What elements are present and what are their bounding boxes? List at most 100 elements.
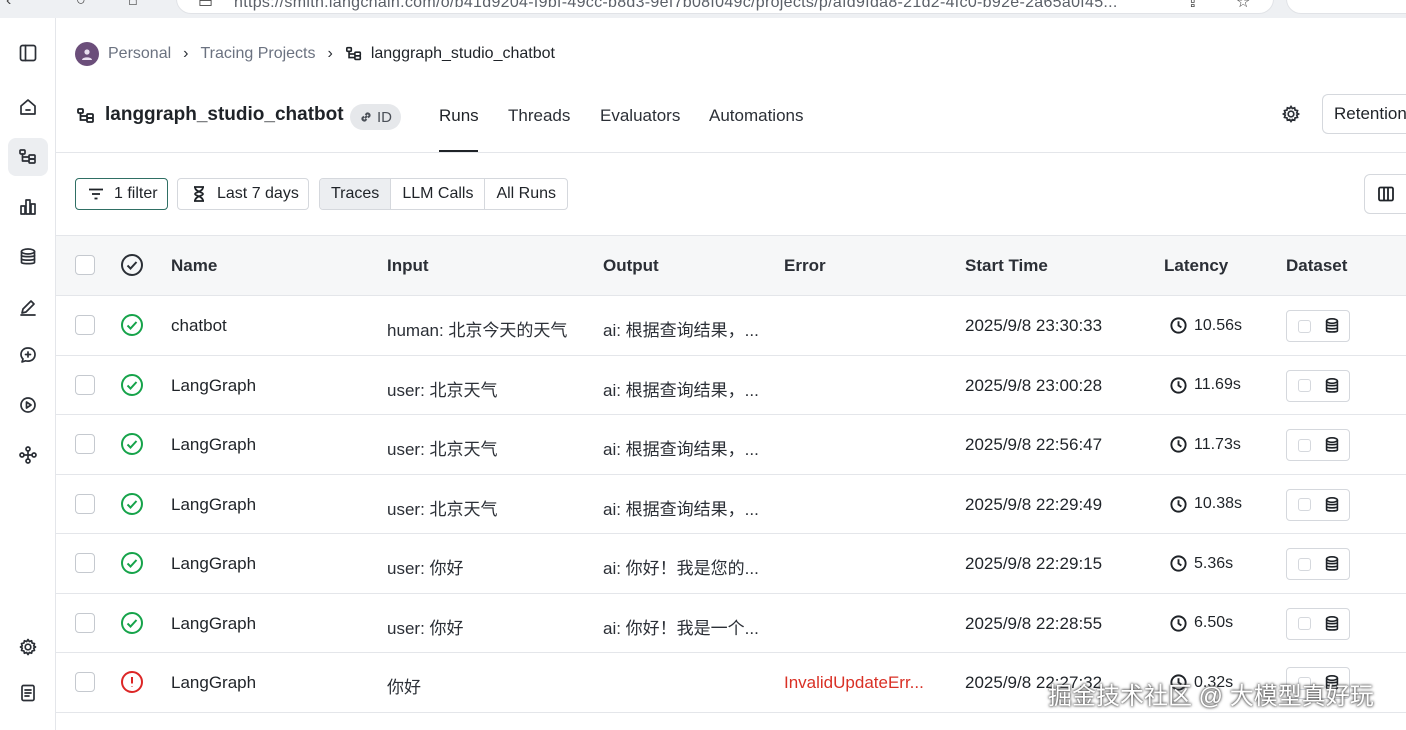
left-sidebar [0, 18, 56, 730]
cell-name[interactable]: LangGraph [171, 554, 256, 574]
cell-latency: 11.73s [1169, 435, 1241, 454]
tracing-projects-icon [19, 149, 36, 164]
dataset-checkbox[interactable] [1298, 438, 1311, 452]
cell-name[interactable]: chatbot [171, 316, 227, 336]
segment-all-runs[interactable]: All Runs [485, 179, 567, 209]
sidebar-item-tracing-projects[interactable] [8, 138, 48, 176]
success-check-icon [120, 432, 144, 456]
add-to-dataset-button[interactable] [1286, 548, 1350, 580]
row-checkbox[interactable] [75, 672, 95, 692]
project-header: langgraph_studio_chatbot ID Runs Threads… [56, 88, 1406, 153]
success-check-icon [120, 373, 144, 397]
table-row[interactable]: LangGraph user: 北京天气 ai: 根据查询结果，... 2025/9/… [56, 415, 1406, 475]
column-header-dataset[interactable]: Dataset [1286, 256, 1347, 276]
latency-value: 11.69s [1194, 376, 1241, 393]
home-icon [20, 99, 36, 115]
browser-search-box[interactable] [1286, 0, 1406, 14]
column-header-input[interactable]: Input [387, 256, 429, 276]
column-header-name[interactable]: Name [171, 256, 217, 276]
filter-label: 1 filter [114, 185, 158, 202]
sidebar-item-studio[interactable] [8, 436, 48, 474]
column-header-latency[interactable]: Latency [1164, 256, 1228, 276]
cell-output: ai: 根据查询结果，... [603, 499, 759, 519]
row-checkbox[interactable] [75, 315, 95, 335]
table-row[interactable]: chatbot human: 北京今天的天气 ai: 根据查询结果，... 2025/… [56, 296, 1406, 356]
error-alert-icon [120, 670, 144, 694]
filter-button[interactable]: 1 filter [75, 178, 168, 210]
retention-button[interactable]: Retention [1322, 94, 1406, 134]
sidebar-item-dashboards[interactable] [8, 188, 48, 226]
tab-evaluators[interactable]: Evaluators [600, 106, 680, 126]
cell-name[interactable]: LangGraph [171, 376, 256, 396]
breadcrumb-section[interactable]: Tracing Projects [200, 45, 315, 63]
home-browser-icon[interactable]: ⌂ [128, 0, 138, 10]
add-to-dataset-button[interactable] [1286, 310, 1350, 342]
sidebar-item-deployments[interactable] [8, 386, 48, 424]
success-check-icon [120, 611, 144, 635]
sidebar-item-prompts[interactable] [8, 336, 48, 374]
row-checkbox[interactable] [75, 374, 95, 395]
sidebar-item-home[interactable] [8, 88, 48, 126]
date-range-button[interactable]: Last 7 days [177, 178, 309, 210]
row-checkbox[interactable] [75, 612, 95, 633]
row-checkbox[interactable] [75, 493, 95, 514]
table-header: Name Input Output Error Start Time Laten… [56, 235, 1406, 296]
project-settings-button[interactable] [1281, 104, 1305, 128]
cell-name[interactable]: LangGraph [171, 614, 256, 634]
browser-toolbar: ‹ ○ ⌂ ▭ https://smith.langchain.com/o/b4… [0, 0, 1406, 18]
breadcrumb: Personal › Tracing Projects › langgraph_… [75, 40, 555, 68]
add-to-dataset-button[interactable] [1286, 369, 1350, 402]
table-row[interactable]: LangGraph user: 北京天气 ai: 根据查询结果，... 2025/9/… [56, 475, 1406, 534]
url-text[interactable]: https://smith.langchain.com/o/b41d9204-f… [234, 0, 1118, 12]
column-header-error[interactable]: Error [784, 256, 826, 276]
tab-threads[interactable]: Threads [508, 106, 570, 126]
table-row[interactable]: LangGraph user: 北京天气 ai: 根据查询结果，... 2025/9/… [56, 356, 1406, 415]
sidebar-toggle-button[interactable] [8, 34, 48, 72]
reload-icon[interactable]: ○ [76, 0, 86, 10]
row-checkbox[interactable] [75, 434, 95, 454]
cell-name[interactable]: LangGraph [171, 435, 256, 455]
cell-name[interactable]: LangGraph [171, 673, 256, 693]
select-all-checkbox[interactable] [75, 255, 95, 275]
user-icon [82, 49, 92, 60]
tab-runs[interactable]: Runs [439, 106, 479, 126]
bookmark-star-icon[interactable]: ☆ [1236, 0, 1250, 12]
dataset-checkbox[interactable] [1298, 498, 1311, 511]
table-body: chatbot human: 北京今天的天气 ai: 根据查询结果，... 2025/… [56, 296, 1406, 713]
dataset-checkbox[interactable] [1298, 617, 1311, 630]
share-icon[interactable]: ⇪ [1186, 0, 1199, 12]
column-header-start-time[interactable]: Start Time [965, 256, 1048, 276]
segment-llm-calls[interactable]: LLM Calls [391, 179, 486, 209]
success-check-icon [120, 313, 144, 337]
sidebar-item-settings[interactable] [8, 628, 48, 666]
row-checkbox[interactable] [75, 553, 95, 573]
cell-output: ai: 根据查询结果，... [603, 321, 759, 340]
dataset-checkbox[interactable] [1298, 379, 1311, 392]
site-info-icon[interactable]: ▭ [198, 0, 213, 12]
add-to-dataset-button[interactable] [1286, 488, 1350, 521]
clock-icon [1170, 317, 1187, 334]
cell-latency: 11.69s [1169, 376, 1241, 395]
add-to-dataset-button[interactable] [1286, 607, 1350, 640]
table-row[interactable]: LangGraph user: 你好 ai: 你好！我是您的... 2025/9/8 … [56, 534, 1406, 594]
copy-id-button[interactable]: ID [350, 104, 401, 130]
sidebar-item-annotation-queues[interactable] [8, 288, 48, 326]
success-check-icon [120, 551, 144, 575]
table-row[interactable]: LangGraph user: 你好 ai: 你好！我是一个... 2025/9/8 … [56, 594, 1406, 653]
breadcrumb-project[interactable]: langgraph_studio_chatbot [345, 45, 555, 63]
columns-button[interactable] [1364, 174, 1406, 214]
back-icon[interactable]: ‹ [6, 0, 11, 10]
dataset-checkbox[interactable] [1298, 319, 1311, 333]
sidebar-item-docs[interactable] [8, 674, 48, 712]
cell-input: user: 北京天气 [387, 380, 498, 400]
cell-name[interactable]: LangGraph [171, 495, 256, 515]
cell-input: user: 北京天气 [387, 440, 498, 459]
add-to-dataset-button[interactable] [1286, 429, 1350, 461]
dataset-checkbox[interactable] [1298, 557, 1311, 571]
breadcrumb-org[interactable]: Personal [108, 45, 171, 63]
sidebar-item-datasets[interactable] [8, 238, 48, 276]
segment-traces[interactable]: Traces [320, 179, 392, 209]
avatar[interactable] [75, 42, 99, 66]
tab-automations[interactable]: Automations [709, 106, 804, 126]
column-header-output[interactable]: Output [603, 256, 659, 276]
